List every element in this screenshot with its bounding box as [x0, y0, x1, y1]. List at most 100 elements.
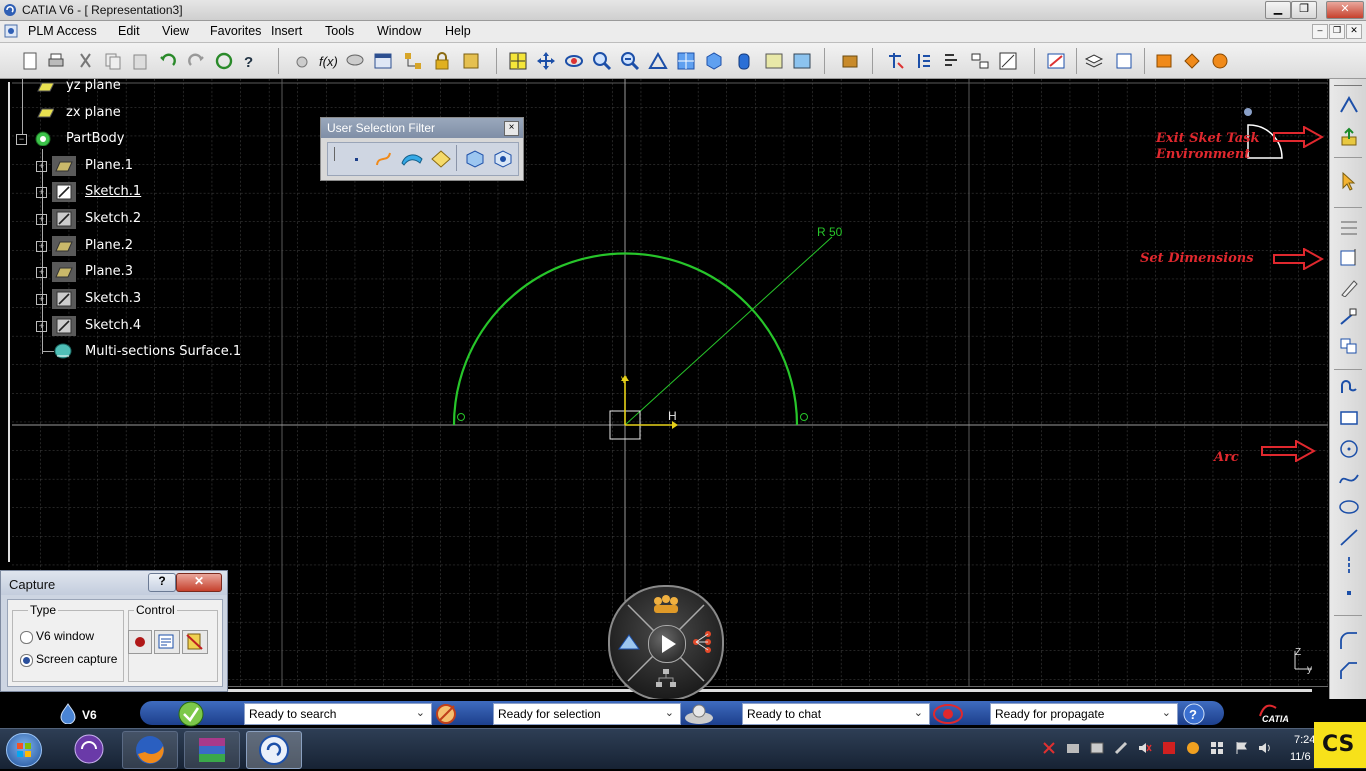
fit-all-icon[interactable] [508, 51, 528, 71]
geometry-filter-icon[interactable] [492, 149, 514, 169]
paste-icon[interactable] [130, 51, 150, 71]
knowledge-icon[interactable] [461, 51, 481, 71]
axis-icon[interactable] [1338, 555, 1360, 575]
contact-constraint-icon[interactable] [1338, 307, 1360, 327]
iso-view-icon[interactable] [704, 51, 724, 71]
layers-icon[interactable] [1084, 51, 1104, 71]
properties-icon[interactable] [1114, 51, 1134, 71]
point-icon[interactable] [1338, 583, 1360, 603]
chat-people-icon[interactable] [682, 702, 716, 726]
tray-update-icon[interactable] [1186, 741, 1200, 755]
chat-status-field[interactable]: Ready to chat ⌄ [742, 703, 930, 725]
profile-icon[interactable] [1338, 377, 1360, 397]
menu-tools[interactable]: Tools [325, 24, 354, 38]
social-network-icon[interactable] [690, 629, 716, 655]
table-icon[interactable] [373, 51, 393, 71]
circle-arc-icon[interactable] [1338, 439, 1360, 459]
expand-toggle-icon[interactable]: + [36, 214, 47, 225]
tray-network-share-icon[interactable] [1066, 741, 1080, 755]
whats-this-icon[interactable]: ? [242, 51, 262, 71]
menu-plm-access[interactable]: PLM Access [28, 24, 97, 38]
spline-icon[interactable] [1338, 469, 1360, 489]
capture-close-button[interactable]: ✕ [176, 573, 222, 592]
ellipse-icon[interactable] [1338, 497, 1360, 517]
comment-icon[interactable] [345, 51, 365, 71]
tray-speaker-muted-icon[interactable] [1138, 741, 1152, 755]
help-globe-icon[interactable]: ? [1182, 702, 1206, 726]
zoom-out-icon[interactable] [620, 51, 640, 71]
zoom-in-icon[interactable] [592, 51, 612, 71]
chevron-down-icon[interactable]: ⌄ [416, 706, 425, 719]
expand-toggle-icon[interactable]: + [36, 267, 47, 278]
3d-compass-icon[interactable] [616, 631, 642, 655]
point-filter-icon[interactable] [348, 149, 368, 169]
structure-icon[interactable] [970, 51, 990, 71]
menu-view[interactable]: View [162, 24, 189, 38]
start-button[interactable] [6, 733, 42, 767]
hand-icon[interactable] [292, 51, 312, 71]
constraint-dimension-icon[interactable] [1338, 247, 1360, 267]
line-icon[interactable] [1338, 527, 1360, 547]
exit-workbench-icon[interactable] [1338, 127, 1360, 147]
sketch-analysis-icon[interactable] [1338, 95, 1360, 115]
selection-status-field[interactable]: Ready for selection ⌄ [493, 703, 681, 725]
chevron-down-icon[interactable]: ⌄ [914, 706, 923, 719]
user-selection-filter-close-button[interactable]: × [504, 121, 519, 136]
constraint-icon[interactable] [886, 51, 906, 71]
pan-icon[interactable] [536, 51, 556, 71]
print-icon[interactable] [46, 51, 66, 71]
sketch-tools-icon[interactable] [1046, 51, 1066, 71]
multi-view-icon[interactable] [676, 51, 696, 71]
tray-volume-icon[interactable] [1258, 741, 1272, 755]
new-file-icon[interactable] [20, 51, 40, 71]
expand-toggle-icon[interactable]: + [36, 321, 47, 332]
taskbar-app-winrar[interactable] [184, 731, 240, 769]
tray-apps-icon[interactable] [1210, 741, 1224, 755]
chamfer-icon[interactable] [1338, 661, 1360, 681]
taskbar-app-media[interactable] [62, 731, 116, 767]
chevron-down-icon[interactable]: ⌄ [1162, 706, 1171, 719]
search-status-field[interactable]: Ready to search ⌄ [244, 703, 432, 725]
orange-tool-2-icon[interactable] [1182, 51, 1202, 71]
feature-filter-icon[interactable] [464, 149, 486, 169]
curve-filter-icon[interactable] [374, 149, 394, 169]
menu-favorites[interactable]: Favorites [210, 24, 261, 38]
tree-structure-icon[interactable] [403, 51, 423, 71]
propagate-status-field[interactable]: Ready for propagate ⌄ [990, 703, 1178, 725]
doc-minimize-button[interactable]: – [1312, 24, 1328, 39]
rectangle-icon[interactable] [1338, 407, 1360, 427]
orange-tool-3-icon[interactable] [1210, 51, 1230, 71]
formula-icon[interactable]: f(x) [318, 51, 338, 71]
maximize-button[interactable]: ❐ [1291, 1, 1317, 19]
redo-icon[interactable] [186, 51, 206, 71]
tree-scrollbar[interactable] [8, 82, 10, 562]
capture-help-button[interactable]: ? [148, 573, 176, 592]
doc-close-button[interactable]: ✕ [1346, 24, 1362, 39]
copy-icon[interactable] [103, 51, 123, 71]
select-arrow-icon[interactable] [1338, 171, 1360, 191]
menu-edit[interactable]: Edit [118, 24, 140, 38]
lock-icon[interactable] [432, 51, 452, 71]
collapse-toggle-icon[interactable]: − [16, 134, 27, 145]
people-icon[interactable] [650, 593, 680, 617]
surface-filter-icon[interactable] [400, 149, 424, 169]
undo-icon[interactable] [158, 51, 178, 71]
horizontal-scrollbar[interactable] [200, 689, 1312, 692]
taskbar-app-firefox[interactable] [122, 731, 178, 769]
album-button[interactable] [182, 630, 208, 654]
play-button[interactable] [648, 625, 686, 663]
measure-icon[interactable] [998, 51, 1018, 71]
edit-pencil-icon[interactable] [1338, 277, 1360, 297]
search-globe-icon[interactable] [176, 700, 206, 728]
close-button[interactable]: ✕ [1326, 1, 1364, 19]
menu-window[interactable]: Window [377, 24, 421, 38]
v6-window-radio[interactable] [20, 631, 33, 644]
hide-show-icon[interactable] [764, 51, 784, 71]
tray-tools-icon[interactable] [1114, 741, 1128, 755]
normal-view-icon[interactable] [648, 51, 668, 71]
list-icon[interactable] [914, 51, 934, 71]
orange-tool-1-icon[interactable] [1154, 51, 1174, 71]
expand-toggle-icon[interactable]: + [36, 294, 47, 305]
screen-capture-radio[interactable] [20, 654, 33, 667]
expand-toggle-icon[interactable]: + [36, 187, 47, 198]
